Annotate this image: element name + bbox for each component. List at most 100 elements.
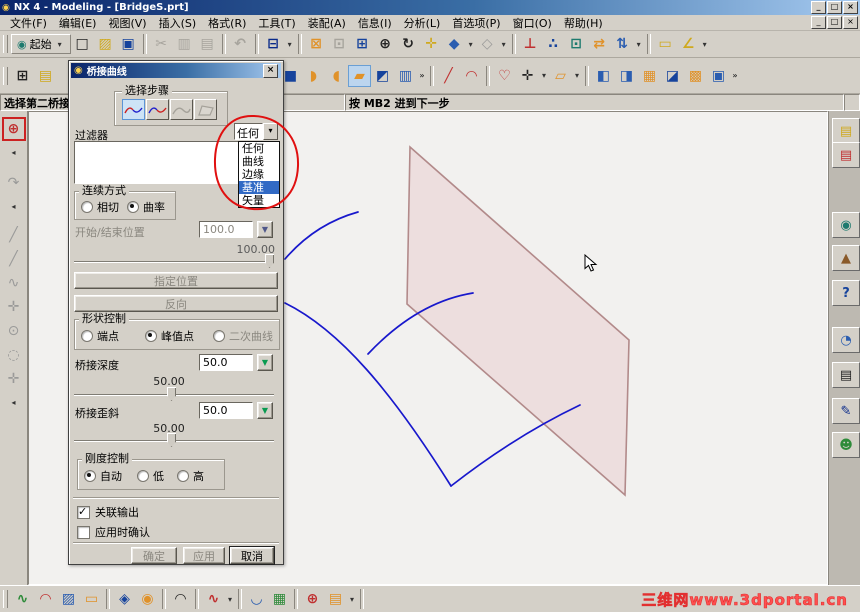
confirm-on-apply-checkbox[interactable]: 应用时确认 xyxy=(77,524,150,540)
filter-combo[interactable]: 任何 ▾ xyxy=(234,123,278,140)
radio-tangent[interactable]: 相切 xyxy=(81,199,119,215)
chevron-down-icon[interactable]: ▾ xyxy=(700,33,710,55)
link-curve-icon[interactable]: ↷ xyxy=(2,171,26,195)
measure-angle-icon[interactable]: ∠ xyxy=(677,33,700,55)
cancel-button[interactable]: 取消 xyxy=(229,546,275,565)
radio-peak-circle[interactable] xyxy=(145,330,157,342)
ruled-surface-icon[interactable]: ◧ xyxy=(592,65,615,87)
filter-option-vector[interactable]: 矢量 xyxy=(239,194,279,207)
history-tab[interactable]: ◔ xyxy=(832,327,860,353)
point-icon[interactable]: ✛ xyxy=(516,65,539,87)
radio-high-circle[interactable] xyxy=(177,470,189,482)
restore-button[interactable]: □ xyxy=(827,1,842,14)
snap-mid-point-icon[interactable]: ╱ xyxy=(2,247,26,271)
radio-conic[interactable]: 二次曲线 xyxy=(213,328,273,344)
menu-item-format[interactable]: 格式(R) xyxy=(202,14,252,32)
bridge-depth-spin-button[interactable]: ▼ xyxy=(257,354,273,371)
chevron-down-icon[interactable]: ▾ xyxy=(285,33,295,55)
section-surface-icon[interactable]: ▩ xyxy=(684,65,707,87)
toolbar-grip[interactable] xyxy=(3,590,8,608)
radio-high[interactable]: 高 xyxy=(177,468,204,484)
filter-option-any[interactable]: 任何 xyxy=(239,142,279,155)
overflow-icon[interactable]: » xyxy=(730,65,740,87)
face-feature-icon[interactable]: ▰ xyxy=(348,64,371,87)
snap-center-icon[interactable]: ⊙ xyxy=(2,319,26,343)
n-sided-surface-icon[interactable]: ▣ xyxy=(707,65,730,87)
csys-icon[interactable]: ⊥ xyxy=(519,33,542,55)
radio-tangent-circle[interactable] xyxy=(81,201,93,213)
radio-curvature[interactable]: 曲率 xyxy=(127,199,165,215)
chevron-down-icon[interactable]: ▾ xyxy=(225,588,235,610)
step-second-curve-button[interactable] xyxy=(146,99,169,120)
web-browser-tab[interactable]: ◉ xyxy=(832,212,860,238)
snap-point-icon[interactable]: ✛ xyxy=(2,367,26,391)
measure-distance-icon[interactable]: ▭ xyxy=(654,33,677,55)
pages-icon[interactable]: ▥ xyxy=(394,65,417,87)
display-mode-icon[interactable]: ⊟ xyxy=(262,33,285,55)
profile-icon[interactable]: ♡ xyxy=(493,65,516,87)
selection-filter-icon[interactable]: ⊕ xyxy=(1,117,26,141)
menu-item-preferences[interactable]: 首选项(P) xyxy=(446,14,506,32)
snap-on-curve-icon[interactable]: ∿ xyxy=(2,271,26,295)
chevron-down-icon[interactable]: ▾ xyxy=(499,33,509,55)
constraint-navigator-tab[interactable]: ▤ xyxy=(832,142,860,168)
curvature-comb-icon[interactable]: ∿ xyxy=(202,588,225,610)
dialog-title-bar[interactable]: ◉ 桥接曲线 × xyxy=(71,63,281,78)
new-file-icon[interactable]: □ xyxy=(71,33,94,55)
associative-output-checkbox[interactable]: 关联输出 xyxy=(77,504,139,520)
associative-output-box[interactable] xyxy=(77,505,90,519)
filter-value[interactable]: 任何 xyxy=(234,123,263,140)
bridge-depth-input[interactable]: 50.0 xyxy=(199,354,253,371)
position-input[interactable]: 100.0 xyxy=(199,221,253,238)
position-slider-track[interactable] xyxy=(74,261,274,263)
help-tab[interactable]: ? xyxy=(832,280,860,306)
roles-tab[interactable]: ☻ xyxy=(832,432,860,458)
copy-icon[interactable]: ▥ xyxy=(173,33,196,55)
confirm-on-apply-box[interactable] xyxy=(77,525,90,539)
radio-low-circle[interactable] xyxy=(137,470,149,482)
step-first-curve-button[interactable] xyxy=(122,99,145,120)
radio-low[interactable]: 低 xyxy=(137,468,164,484)
assembly-navigator-tab[interactable]: ▤ xyxy=(832,118,860,144)
arc-icon[interactable]: ◠ xyxy=(460,65,483,87)
menu-item-window[interactable]: 窗口(O) xyxy=(507,14,558,32)
gauge-icon[interactable]: ▭ xyxy=(80,588,103,610)
child-minimize-button[interactable]: _ xyxy=(811,16,826,29)
chevron-left-icon[interactable]: ◂ xyxy=(9,141,19,163)
menu-item-information[interactable]: 信息(I) xyxy=(352,14,398,32)
radio-auto-circle[interactable] xyxy=(84,470,96,482)
menu-item-assemblies[interactable]: 装配(A) xyxy=(302,14,352,32)
notebook-tab[interactable]: ▤ xyxy=(832,362,860,388)
paste-icon[interactable]: ▤ xyxy=(196,33,219,55)
chevron-left-icon[interactable]: ◂ xyxy=(9,195,19,217)
pattern-icon[interactable]: ⊞ xyxy=(11,65,34,87)
ok-button[interactable]: 确定 xyxy=(131,547,177,564)
toolbar-grip[interactable] xyxy=(3,35,8,53)
menu-item-tools[interactable]: 工具(T) xyxy=(252,14,301,32)
start-button[interactable]: ◉ 起始 ▾ xyxy=(11,34,71,54)
slides-icon[interactable]: ▤ xyxy=(324,588,347,610)
chamfer-icon[interactable]: ◩ xyxy=(371,65,394,87)
tools-tab[interactable]: ✎ xyxy=(832,398,860,424)
undo-icon[interactable]: ↶ xyxy=(229,33,252,55)
curve-mesh-icon[interactable]: ▦ xyxy=(638,65,661,87)
menu-item-help[interactable]: 帮助(H) xyxy=(558,14,609,32)
filter-option-edge[interactable]: 边缘 xyxy=(239,168,279,181)
close-button[interactable]: × xyxy=(843,1,858,14)
datum-plane-icon[interactable]: ▱ xyxy=(549,65,572,87)
child-restore-button[interactable]: □ xyxy=(827,16,842,29)
zoom-check-icon[interactable]: ⊕ xyxy=(301,588,324,610)
curve-comb-check-icon[interactable]: ∿ xyxy=(11,588,34,610)
snap-quadrant-icon[interactable]: ◌ xyxy=(2,343,26,367)
menu-item-analysis[interactable]: 分析(L) xyxy=(398,14,447,32)
position-slider-thumb[interactable] xyxy=(265,254,274,268)
chevron-down-icon[interactable]: ▾ xyxy=(539,65,549,87)
line-icon[interactable]: ╱ xyxy=(437,65,460,87)
zoom-box-icon[interactable]: ⊞ xyxy=(351,33,374,55)
swept-icon[interactable]: ◪ xyxy=(661,65,684,87)
catalog-icon[interactable]: ▤ xyxy=(34,65,57,87)
point-set-icon[interactable]: ∴ xyxy=(542,33,565,55)
pan-icon[interactable]: ✛ xyxy=(420,33,443,55)
fit-view-icon[interactable]: ⊠ xyxy=(305,33,328,55)
radio-auto[interactable]: 自动 xyxy=(84,468,122,484)
